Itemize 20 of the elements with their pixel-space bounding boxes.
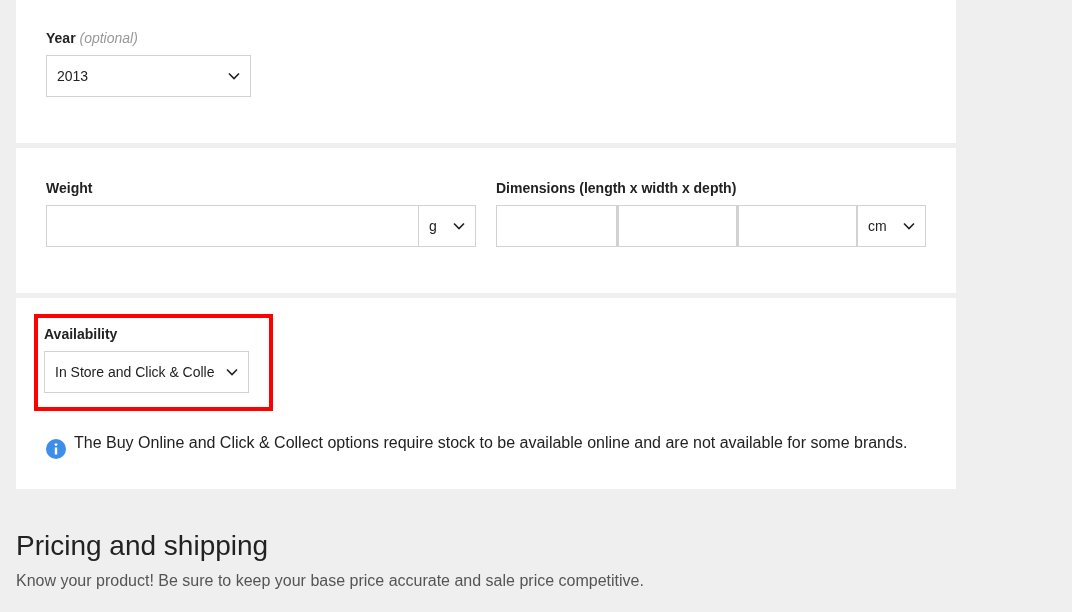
chevron-icon xyxy=(228,72,240,80)
info-text: The Buy Online and Click & Collect options require stock to be available online and are not available for some brands. xyxy=(74,435,908,452)
depth-input[interactable] xyxy=(737,205,857,247)
field-label: Weight xyxy=(46,179,93,198)
year-select[interactable]: 2013 xyxy=(46,55,251,97)
width-input[interactable] xyxy=(617,205,737,247)
length-input[interactable] xyxy=(496,205,617,247)
unit-select[interactable]: g xyxy=(419,205,476,247)
chevron-icon xyxy=(226,368,238,376)
field-label: Year (optional) xyxy=(46,29,138,48)
chevron-icon xyxy=(453,222,465,230)
info-icon xyxy=(46,439,66,459)
field-label: Dimensions (length x width x depth) xyxy=(496,179,737,198)
unit-select[interactable]: cm xyxy=(857,205,926,247)
section-title: Pricing and shipping xyxy=(16,529,270,563)
chevron-icon xyxy=(903,222,915,230)
availability-select[interactable]: In Store and Click & Colle xyxy=(44,351,249,393)
field-label: Availability xyxy=(44,325,118,344)
section-subtitle: Know your product! Be sure to keep your base price accurate and sale price competitive. xyxy=(16,570,645,591)
weight-input[interactable] xyxy=(46,205,419,247)
